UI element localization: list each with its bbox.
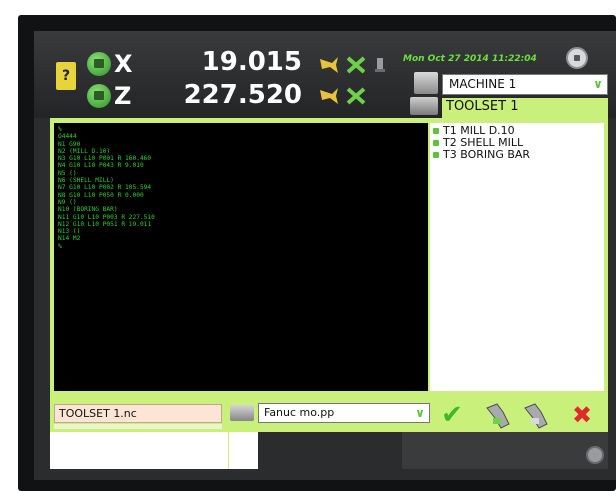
code-line: N9 ()	[58, 198, 77, 206]
measure-icon[interactable]	[345, 55, 367, 75]
home-x-icon[interactable]	[87, 52, 111, 76]
home-z-icon[interactable]	[87, 84, 111, 108]
toolset-icon	[410, 97, 438, 115]
power-icon[interactable]	[586, 446, 604, 464]
measure-icon[interactable]	[345, 86, 367, 106]
probe-icon[interactable]	[318, 86, 340, 106]
datetime-display: Mon Oct 27 2014 11:22:04	[403, 54, 537, 64]
chevron-down-icon[interactable]: ∨	[413, 406, 427, 421]
program-editor[interactable]: % O4444 N1 G90 N2 (MILL D.10) N3 G10 L10 P00…	[54, 123, 428, 391]
confirm-icon[interactable]: ✔	[436, 400, 468, 430]
machine-icon	[414, 72, 438, 94]
code-line: %	[58, 126, 62, 133]
toolset-header-label: TOOLSET 1	[446, 99, 519, 114]
code-line: %	[58, 242, 62, 250]
lower-right-panel	[402, 432, 608, 469]
toolset-header[interactable]: TOOLSET 1	[442, 98, 608, 118]
code-line: N4 G10 L10 P043 R 9.010	[58, 162, 144, 170]
filename-value: TOOLSET 1.nc	[59, 407, 137, 420]
tool-tree: T1 MILL D.10 T2 SHELL MILL T3 BORING BAR	[430, 123, 604, 391]
document-icon[interactable]: ?	[56, 62, 76, 90]
code-line: N7 G10 L10 P002 R 105.594	[58, 184, 152, 192]
probe-icon[interactable]	[318, 55, 340, 75]
postprocessor-select[interactable]: Fanuc mo.pp ∨	[258, 403, 430, 423]
status-panel-divider	[228, 432, 258, 469]
code-line: O4444	[58, 133, 77, 141]
chevron-down-icon[interactable]: ∨	[591, 77, 605, 92]
status-panel	[50, 432, 228, 469]
code-line: N12 G10 L10 P051 R 19.011	[58, 220, 152, 228]
tool-holder-icon[interactable]	[483, 402, 513, 430]
code-line: N10 (BORING BAR)	[58, 206, 118, 214]
code-line: N11 G10 L10 P003 R 227.510	[58, 213, 155, 221]
tree-item-t3[interactable]: T3 BORING BAR	[433, 149, 601, 161]
x-axis-label: X	[114, 50, 133, 78]
code-line: N6 (SHELL MILL)	[58, 177, 114, 185]
z-axis-value: 227.520	[183, 80, 302, 110]
expand-icon[interactable]	[433, 128, 439, 134]
file-progress	[54, 424, 222, 429]
tool-icon[interactable]	[373, 57, 387, 73]
code-line: N3 G10 L10 P001 R 160.460	[58, 155, 152, 163]
expand-icon[interactable]	[433, 152, 439, 158]
z-axis-label: Z	[114, 82, 132, 110]
gear-icon[interactable]	[566, 47, 588, 69]
expand-icon[interactable]	[433, 140, 439, 146]
machine-select[interactable]: MACHINE 1 ∨	[442, 74, 608, 95]
cancel-icon[interactable]: ✖	[566, 400, 598, 430]
postprocessor-value: Fanuc mo.pp	[264, 406, 335, 419]
code-line: N2 (MILL D.10)	[58, 147, 111, 155]
machine-select-value: MACHINE 1	[449, 77, 517, 91]
code-line: N1 G90	[58, 140, 81, 148]
code-line: N8 G10 L10 P050 R 0.000	[58, 191, 144, 199]
code-line: N13 ()	[58, 228, 81, 236]
code-line: N14 M2	[58, 235, 81, 243]
filename-field[interactable]: TOOLSET 1.nc	[54, 404, 222, 423]
code-line: N5 ()	[58, 169, 77, 177]
tool-holder-icon[interactable]	[521, 402, 551, 430]
folder-icon[interactable]	[230, 405, 254, 421]
x-axis-value: 19.015	[201, 47, 302, 77]
